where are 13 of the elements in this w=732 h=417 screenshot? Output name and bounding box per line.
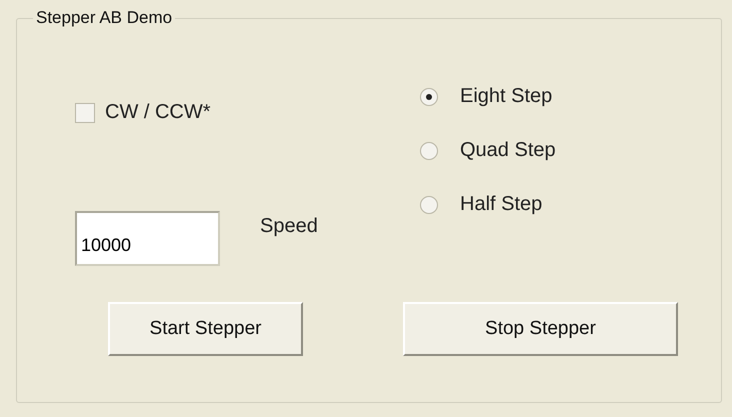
radio-button[interactable] [420,142,438,160]
radio-label: Half Step [460,193,542,216]
checkbox-label: CW / CCW* [105,101,211,124]
stepper-button[interactable]: Start Stepper [108,302,303,356]
radio-button[interactable] [420,88,438,106]
speed-field[interactable]: 10000 [75,211,220,266]
radio-label: Quad Step [460,139,556,162]
checkbox[interactable] [75,102,95,122]
radio-button[interactable] [420,196,438,214]
speed-label: Speed [260,215,318,238]
radio-label: Eight Step [460,85,552,108]
stepper-button[interactable]: Stop Stepper [403,302,678,356]
group-title: Stepper AB Demo [35,8,174,28]
